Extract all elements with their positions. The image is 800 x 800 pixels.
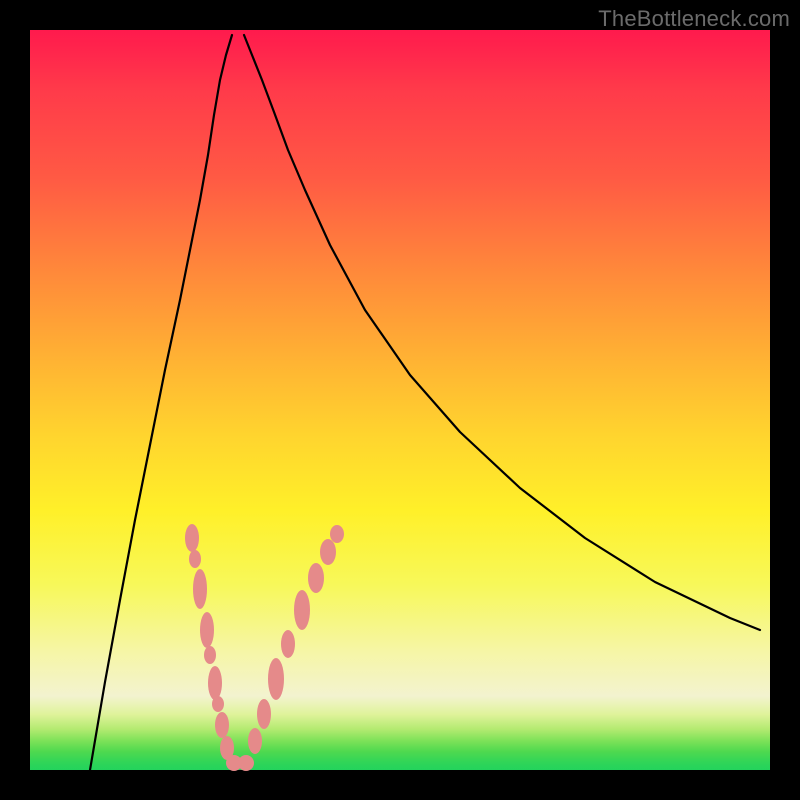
data-marker — [238, 755, 254, 771]
data-marker — [257, 699, 271, 729]
data-marker — [268, 658, 284, 700]
data-marker — [212, 696, 224, 712]
chart-frame: TheBottleneck.com — [0, 0, 800, 800]
plot-area — [30, 30, 770, 770]
data-marker — [193, 569, 207, 609]
data-marker — [330, 525, 344, 543]
data-marker — [204, 646, 216, 664]
chart-svg — [30, 30, 770, 770]
watermark-text: TheBottleneck.com — [598, 6, 790, 32]
data-marker — [185, 524, 199, 552]
data-marker — [281, 630, 295, 658]
data-marker — [200, 612, 214, 648]
bottleneck-curve — [90, 35, 760, 770]
data-marker — [208, 666, 222, 700]
data-marker — [320, 539, 336, 565]
data-markers — [185, 524, 344, 771]
data-marker — [215, 712, 229, 738]
curve-right-branch — [244, 35, 760, 630]
data-marker — [189, 550, 201, 568]
data-marker — [308, 563, 324, 593]
data-marker — [294, 590, 310, 630]
data-marker — [248, 728, 262, 754]
